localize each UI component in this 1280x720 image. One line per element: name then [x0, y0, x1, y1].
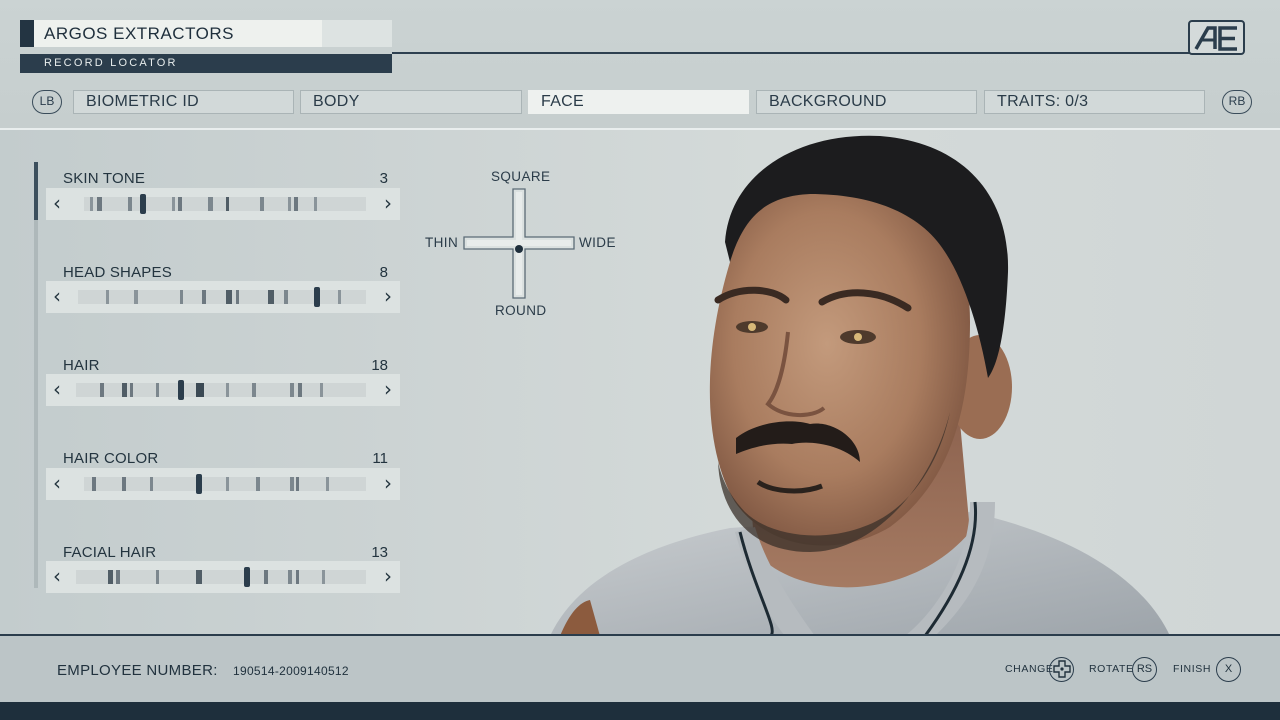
pad-label-thin: THIN: [425, 235, 459, 250]
x-button[interactable]: X: [1216, 657, 1241, 682]
facial-hair-slider-handle: [244, 567, 250, 587]
slider-label-skin-tone: SKIN TONE: [63, 170, 146, 187]
dpad-icon[interactable]: [1049, 657, 1074, 682]
hair-slider[interactable]: ‹ ›: [46, 374, 400, 406]
employee-number-label: EMPLOYEE NUMBER:: [57, 662, 218, 679]
slider-value-hair-color: 11: [372, 450, 388, 467]
chevron-left-icon[interactable]: ‹: [53, 285, 61, 307]
slider-label-hair: HAIR: [63, 357, 100, 374]
slider-value-skin-tone: 3: [379, 170, 388, 187]
tab-traits[interactable]: TRAITS: 0/3: [984, 90, 1205, 114]
tab-background[interactable]: BACKGROUND: [756, 90, 977, 114]
company-title: ARGOS EXTRACTORS: [34, 20, 322, 47]
slider-label-head-shapes: HEAD SHAPES: [63, 264, 172, 281]
footer-strip: [0, 702, 1280, 720]
list-scrollbar[interactable]: [34, 162, 38, 588]
facial-hair-slider[interactable]: ‹ ›: [46, 561, 400, 593]
chevron-right-icon[interactable]: ›: [384, 565, 392, 587]
character-portrait[interactable]: [540, 132, 1220, 638]
slider-value-hair: 18: [371, 357, 388, 374]
hair-slider-handle: [178, 380, 184, 400]
hair-color-slider[interactable]: ‹ ›: [46, 468, 400, 500]
hair-swatch-strip: [76, 380, 366, 400]
skin-tone-slider-handle: [140, 194, 146, 214]
facial-hair-swatch-strip: [76, 567, 366, 587]
pad-label-round: ROUND: [495, 303, 547, 318]
list-scrollbar-thumb[interactable]: [34, 162, 38, 220]
finish-hint-label: FINISH: [1173, 663, 1212, 675]
head-shapes-swatch-strip: [78, 287, 366, 307]
chevron-right-icon[interactable]: ›: [384, 285, 392, 307]
face-shape-pad-cursor: [515, 245, 523, 253]
lb-bumper-button[interactable]: LB: [32, 90, 62, 114]
slider-value-head-shapes: 8: [379, 264, 388, 281]
chevron-left-icon[interactable]: ‹: [53, 378, 61, 400]
chevron-left-icon[interactable]: ‹: [53, 565, 61, 587]
chevron-left-icon[interactable]: ‹: [53, 192, 61, 214]
company-title-block: ARGOS EXTRACTORS: [20, 20, 392, 47]
head-shapes-slider[interactable]: ‹ ›: [46, 281, 400, 313]
slider-value-facial-hair: 13: [371, 544, 388, 561]
skin-tone-slider[interactable]: ‹ ›: [46, 188, 400, 220]
head-shapes-slider-handle: [314, 287, 320, 307]
tab-body[interactable]: BODY: [300, 90, 522, 114]
title-accent: [20, 20, 34, 47]
chevron-right-icon[interactable]: ›: [384, 378, 392, 400]
skin-tone-swatch-strip: [84, 194, 366, 214]
ae-logo-icon: [1188, 20, 1245, 55]
slider-label-hair-color: HAIR COLOR: [63, 450, 159, 467]
rotate-hint-label: ROTATE: [1089, 663, 1134, 675]
employee-number-value: 190514-2009140512: [233, 664, 349, 678]
record-locator-label: RECORD LOCATOR: [20, 54, 392, 73]
chevron-right-icon[interactable]: ›: [384, 192, 392, 214]
chevron-left-icon[interactable]: ‹: [53, 472, 61, 494]
hair-color-slider-handle: [196, 474, 202, 494]
title-divider: [392, 52, 1228, 54]
rb-bumper-button[interactable]: RB: [1222, 90, 1252, 114]
footer-bar: EMPLOYEE NUMBER: 190514-2009140512 CHANG…: [0, 634, 1280, 702]
tab-biometric-id[interactable]: BIOMETRIC ID: [73, 90, 294, 114]
change-hint-label: CHANGE: [1005, 663, 1054, 675]
hair-color-swatch-strip: [84, 474, 366, 494]
chevron-right-icon[interactable]: ›: [384, 472, 392, 494]
tab-face[interactable]: FACE: [528, 90, 749, 114]
header-bar: ARGOS EXTRACTORS RECORD LOCATOR LB BIOME…: [0, 0, 1280, 130]
rs-button[interactable]: RS: [1132, 657, 1157, 682]
slider-label-facial-hair: FACIAL HAIR: [63, 544, 157, 561]
